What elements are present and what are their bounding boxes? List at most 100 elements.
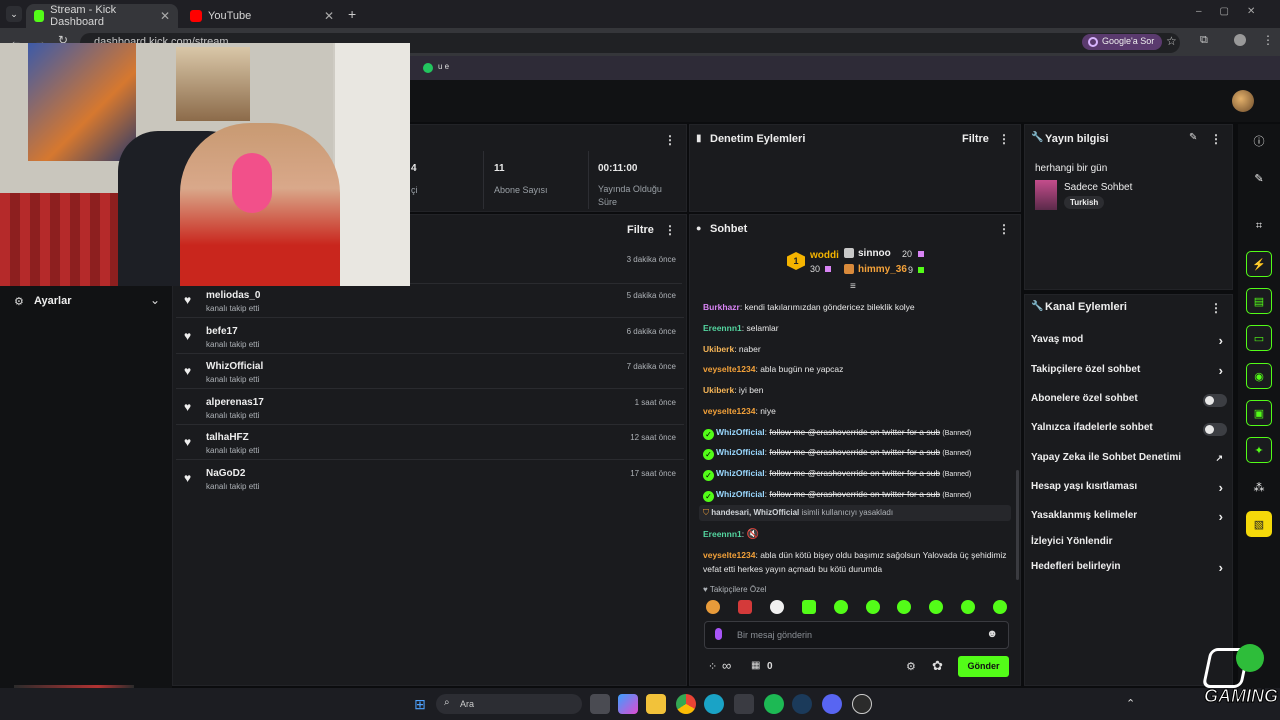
- emote-icon[interactable]: [897, 600, 911, 614]
- start-icon[interactable]: ⊞: [410, 694, 430, 714]
- host-viewers-row[interactable]: İzleyici Yönlendir: [1031, 536, 1227, 552]
- emote-icon[interactable]: [802, 600, 816, 614]
- lightning-icon[interactable]: ⚡: [1246, 251, 1272, 277]
- user-avatar[interactable]: [1232, 90, 1254, 112]
- account-age-row[interactable]: Hesap yaşı kısıtlaması ›: [1031, 480, 1227, 497]
- emote-icon[interactable]: [834, 600, 848, 614]
- followers-only-chat-row[interactable]: Takipçilere özel sohbet ›: [1031, 363, 1227, 380]
- emotes-only-toggle[interactable]: [1203, 423, 1227, 436]
- list-item[interactable]: ♥ befe17 kanalı takip etti 6 dakika önce: [176, 320, 684, 354]
- chevron-up-icon[interactable]: ⌃: [1126, 697, 1135, 710]
- google-ask-button[interactable]: Google'a Sor: [1082, 34, 1163, 50]
- close-tab-icon[interactable]: ✕: [160, 9, 170, 23]
- ai-moderation-row[interactable]: Yapay Zeka ile Sohbet Denetimi ↗: [1031, 452, 1227, 468]
- store-app-icon[interactable]: [734, 694, 754, 714]
- obs-icon[interactable]: [852, 694, 872, 714]
- edit-icon[interactable]: ✎: [1189, 132, 1197, 143]
- scrollbar[interactable]: [1016, 470, 1019, 580]
- clapper-icon[interactable]: ▧: [1246, 511, 1272, 537]
- slow-mode-row[interactable]: Yavaş mod ›: [1031, 333, 1227, 350]
- filter-button[interactable]: Filtre: [627, 224, 654, 236]
- emote-icon[interactable]: [961, 600, 975, 614]
- extensions-icon[interactable]: ⧉: [1200, 34, 1208, 47]
- wrench-icon[interactable]: ✦: [1246, 437, 1272, 463]
- emote-icon[interactable]: [738, 600, 752, 614]
- profile-icon[interactable]: [1234, 34, 1246, 46]
- list-item[interactable]: ♥ alperenas17 kanalı takip etti 1 saat ö…: [176, 391, 684, 425]
- emote-icon[interactable]: [993, 600, 1007, 614]
- crop-icon[interactable]: ⌗: [1246, 213, 1272, 239]
- tab-kick-dashboard[interactable]: Stream - Kick Dashboard ✕: [26, 4, 178, 28]
- microphone-icon[interactable]: [715, 628, 722, 640]
- taskbar-search[interactable]: ⌕ Ara: [436, 694, 582, 714]
- window-controls[interactable]: –▢✕: [1196, 6, 1273, 17]
- category-name[interactable]: Sadece Sohbet: [1064, 182, 1132, 193]
- top-chatter-name[interactable]: himmy_36: [858, 264, 907, 275]
- chat-username[interactable]: WhizOfficial: [716, 427, 765, 437]
- gear-icon[interactable]: ⚙: [906, 660, 916, 673]
- emote-icon[interactable]: [706, 600, 720, 614]
- top-chatter-name[interactable]: woddi: [810, 250, 839, 261]
- chat-username[interactable]: Ukiberk: [703, 344, 734, 354]
- chat-username[interactable]: Ereennn1: [703, 529, 742, 539]
- steam-icon[interactable]: [792, 694, 812, 714]
- chat-input[interactable]: Bir mesaj gönderin ☻: [704, 621, 1009, 649]
- new-tab-button[interactable]: +: [348, 6, 356, 22]
- expand-icon[interactable]: ≡: [850, 281, 856, 292]
- chat-icon[interactable]: ▭: [1246, 325, 1272, 351]
- close-tab-icon[interactable]: ✕: [324, 9, 334, 23]
- edit-icon[interactable]: ✎: [1246, 165, 1272, 191]
- info-icon[interactable]: ⓘ: [1246, 128, 1272, 154]
- chat-username[interactable]: WhizOfficial: [716, 447, 765, 457]
- filter-button[interactable]: Filtre: [962, 133, 989, 145]
- task-view-icon[interactable]: [590, 694, 610, 714]
- edge-icon[interactable]: [704, 694, 724, 714]
- more-options-icon[interactable]: ⋮: [998, 222, 1010, 236]
- list-item[interactable]: ♥ talhaHFZ kanalı takip etti 12 saat önc…: [176, 426, 684, 460]
- more-options-icon[interactable]: ⋮: [998, 132, 1010, 146]
- bookmark-item[interactable]: u e: [438, 62, 449, 71]
- chrome-icon[interactable]: [676, 694, 696, 714]
- subscribers-only-toggle[interactable]: [1203, 394, 1227, 407]
- document-icon[interactable]: ▤: [1246, 288, 1272, 314]
- list-item[interactable]: ♥ meliodas_0 kanalı takip etti 5 dakika …: [176, 284, 684, 318]
- file-explorer-icon[interactable]: [646, 694, 666, 714]
- users-icon[interactable]: ⁂: [1246, 474, 1272, 500]
- list-item[interactable]: ♥ NaGoD2 kanalı takip etti 17 saat önce: [176, 462, 684, 496]
- copilot-icon[interactable]: [618, 694, 638, 714]
- store-icon[interactable]: ▦: [751, 660, 760, 671]
- emote-picker-icon[interactable]: ✿: [932, 658, 943, 674]
- banned-words-row[interactable]: Yasaklanmış kelimeler ›: [1031, 509, 1227, 526]
- settings-menu-item[interactable]: ⚙ Ayarlar ⌄: [14, 293, 160, 311]
- layout-icon[interactable]: ▣: [1246, 400, 1272, 426]
- chat-username[interactable]: veyselte1234: [703, 406, 755, 416]
- chat-username[interactable]: veyselte1234: [703, 550, 755, 560]
- more-options-icon[interactable]: ⋮: [1210, 301, 1222, 315]
- gavel-icon: ▮: [696, 133, 702, 144]
- send-button[interactable]: Gönder: [958, 656, 1009, 677]
- tab-menu-button[interactable]: ⌄: [6, 6, 22, 22]
- more-options-icon[interactable]: ⋮: [1210, 132, 1222, 146]
- list-item[interactable]: ♥ WhizOfficial kanalı takip etti 7 dakik…: [176, 355, 684, 389]
- tab-youtube[interactable]: YouTube ✕: [182, 4, 342, 28]
- set-goals-row[interactable]: Hedefleri belirleyin ›: [1031, 560, 1227, 577]
- more-options-icon[interactable]: ⋮: [664, 133, 676, 147]
- star-icon[interactable]: ☆: [1166, 34, 1177, 48]
- spotify-icon[interactable]: [764, 694, 784, 714]
- discord-icon[interactable]: [822, 694, 842, 714]
- chat-username[interactable]: WhizOfficial: [716, 468, 765, 478]
- top-chatter-name[interactable]: sinnoo: [858, 248, 891, 259]
- chat-username[interactable]: Burkhazr: [703, 302, 740, 312]
- chat-text: follow me @crashoverride on twitter for …: [769, 489, 941, 499]
- broadcast-icon[interactable]: ◉: [1246, 363, 1272, 389]
- chat-username[interactable]: WhizOfficial: [716, 489, 765, 499]
- emote-icon[interactable]: [866, 600, 880, 614]
- chat-username[interactable]: Ukiberk: [703, 385, 734, 395]
- more-options-icon[interactable]: ⋮: [664, 223, 676, 237]
- chat-username[interactable]: veyselte1234: [703, 364, 755, 374]
- emoji-icon[interactable]: ☻: [986, 628, 998, 640]
- emote-icon[interactable]: [929, 600, 943, 614]
- emote-icon[interactable]: [770, 600, 784, 614]
- browser-menu-icon[interactable]: ⋮: [1262, 33, 1274, 47]
- chat-username[interactable]: Ereennn1: [703, 323, 742, 333]
